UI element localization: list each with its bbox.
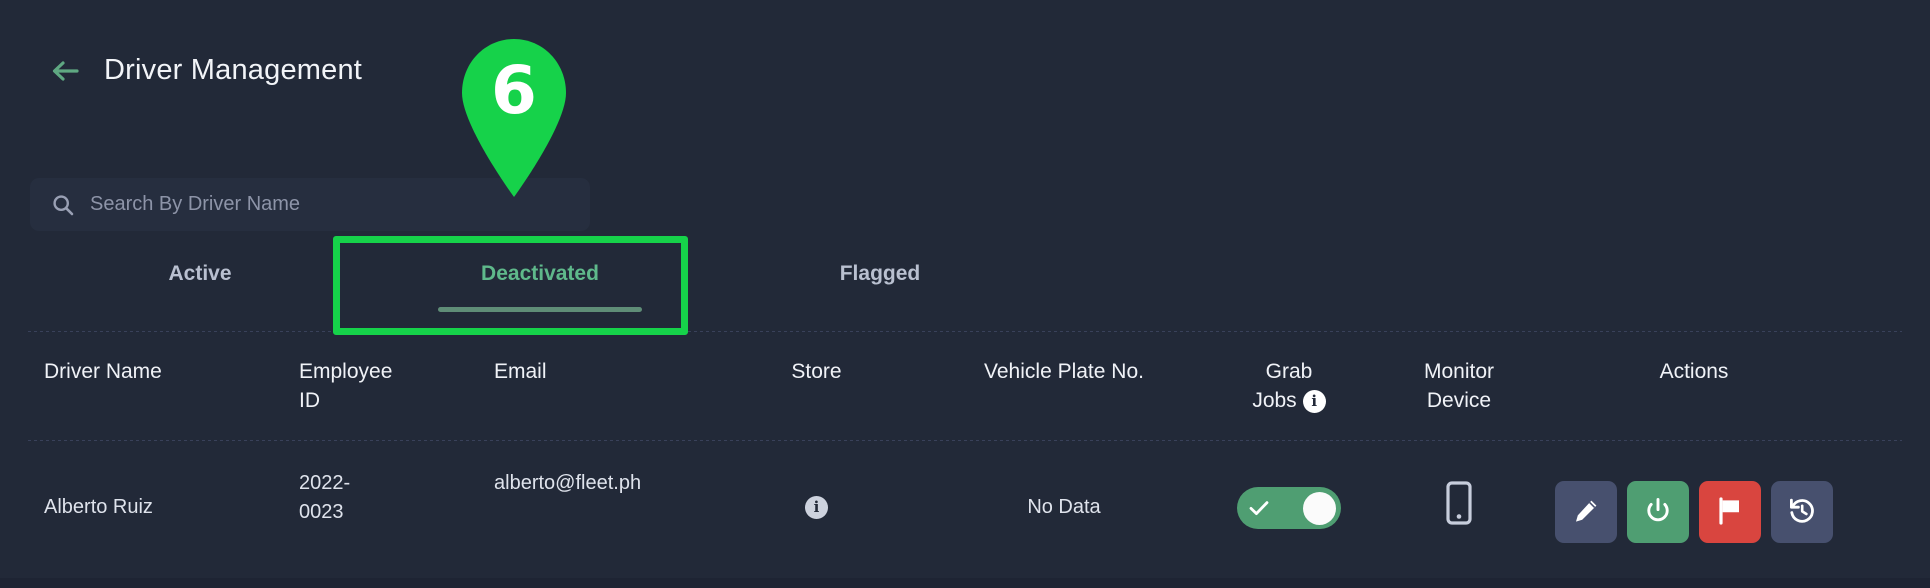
tab-label: Active: [168, 262, 232, 285]
column-header-employee-id: Employee ID: [299, 360, 393, 412]
page-title: Driver Management: [104, 54, 363, 86]
table-row[interactable]: Alberto Ruiz 2022- 0023 alberto@fleet.ph…: [0, 441, 1930, 581]
tabs-divider: [28, 331, 1902, 332]
cell-vehicle-plate: No Data: [1027, 496, 1101, 518]
column-header-actions: Actions: [1659, 360, 1729, 383]
mobile-phone-icon[interactable]: [1446, 481, 1472, 534]
cell-monitor-device: [1374, 469, 1544, 534]
tab-flagged[interactable]: Flagged: [710, 248, 1050, 328]
tab-underline: [98, 307, 302, 312]
column-header-driver-name: Driver Name: [44, 360, 162, 383]
history-icon: [1788, 497, 1816, 528]
cell-email: alberto@fleet.ph: [494, 472, 642, 494]
page-header: Driver Management: [48, 54, 362, 87]
toggle-knob: [1303, 491, 1336, 525]
driver-status-tabs: Active Deactivated Flagged: [30, 248, 1050, 328]
power-button[interactable]: [1627, 481, 1689, 543]
search-input[interactable]: [90, 193, 568, 216]
driver-management-page: Driver Management Active Deactivated Fla…: [0, 0, 1930, 588]
column-header-grab-jobs: Grab Jobs i: [1204, 358, 1374, 416]
grab-jobs-toggle[interactable]: [1237, 487, 1341, 529]
drivers-table: Driver Name Employee ID Email Store Vehi…: [0, 340, 1930, 581]
tab-underline: [438, 307, 642, 312]
power-icon: [1644, 497, 1672, 528]
cell-driver-name: Alberto Ruiz: [44, 496, 153, 518]
column-header-email: Email: [494, 360, 547, 383]
pencil-icon: [1573, 498, 1599, 527]
info-icon[interactable]: i: [805, 496, 828, 520]
tab-deactivated[interactable]: Deactivated: [370, 248, 710, 328]
column-header-store: Store: [791, 360, 842, 383]
flag-icon: [1717, 496, 1743, 528]
column-header-monitor-device: Monitor Device: [1423, 360, 1495, 412]
tab-label: Flagged: [839, 262, 921, 285]
annotation-marker-pin: 6: [456, 36, 572, 198]
table-header: Driver Name Employee ID Email Store Vehi…: [0, 340, 1930, 440]
annotation-marker-number: 6: [491, 52, 537, 129]
cell-store: i: [709, 469, 924, 522]
table-body: Alberto Ruiz 2022- 0023 alberto@fleet.ph…: [0, 441, 1930, 581]
check-icon: [1242, 500, 1276, 516]
search-bar[interactable]: [30, 178, 590, 231]
column-header-vehicle-plate: Vehicle Plate No.: [984, 360, 1144, 383]
arrow-left-icon[interactable]: [48, 57, 82, 85]
table-header-row: Driver Name Employee ID Email Store Vehi…: [0, 340, 1930, 440]
action-button-group: [1544, 481, 1844, 543]
cell-grab-jobs: [1204, 469, 1374, 529]
bottom-strip: [0, 578, 1930, 588]
edit-button[interactable]: [1555, 481, 1617, 543]
cell-employee-id: 2022- 0023: [299, 472, 351, 523]
info-icon[interactable]: i: [1302, 389, 1326, 413]
flag-button[interactable]: [1699, 481, 1761, 543]
search-icon: [52, 194, 74, 216]
cell-actions: [1544, 469, 1844, 543]
tab-label: Deactivated: [481, 262, 599, 285]
tab-underline: [778, 307, 982, 312]
history-button[interactable]: [1771, 481, 1833, 543]
tab-active[interactable]: Active: [30, 248, 370, 328]
